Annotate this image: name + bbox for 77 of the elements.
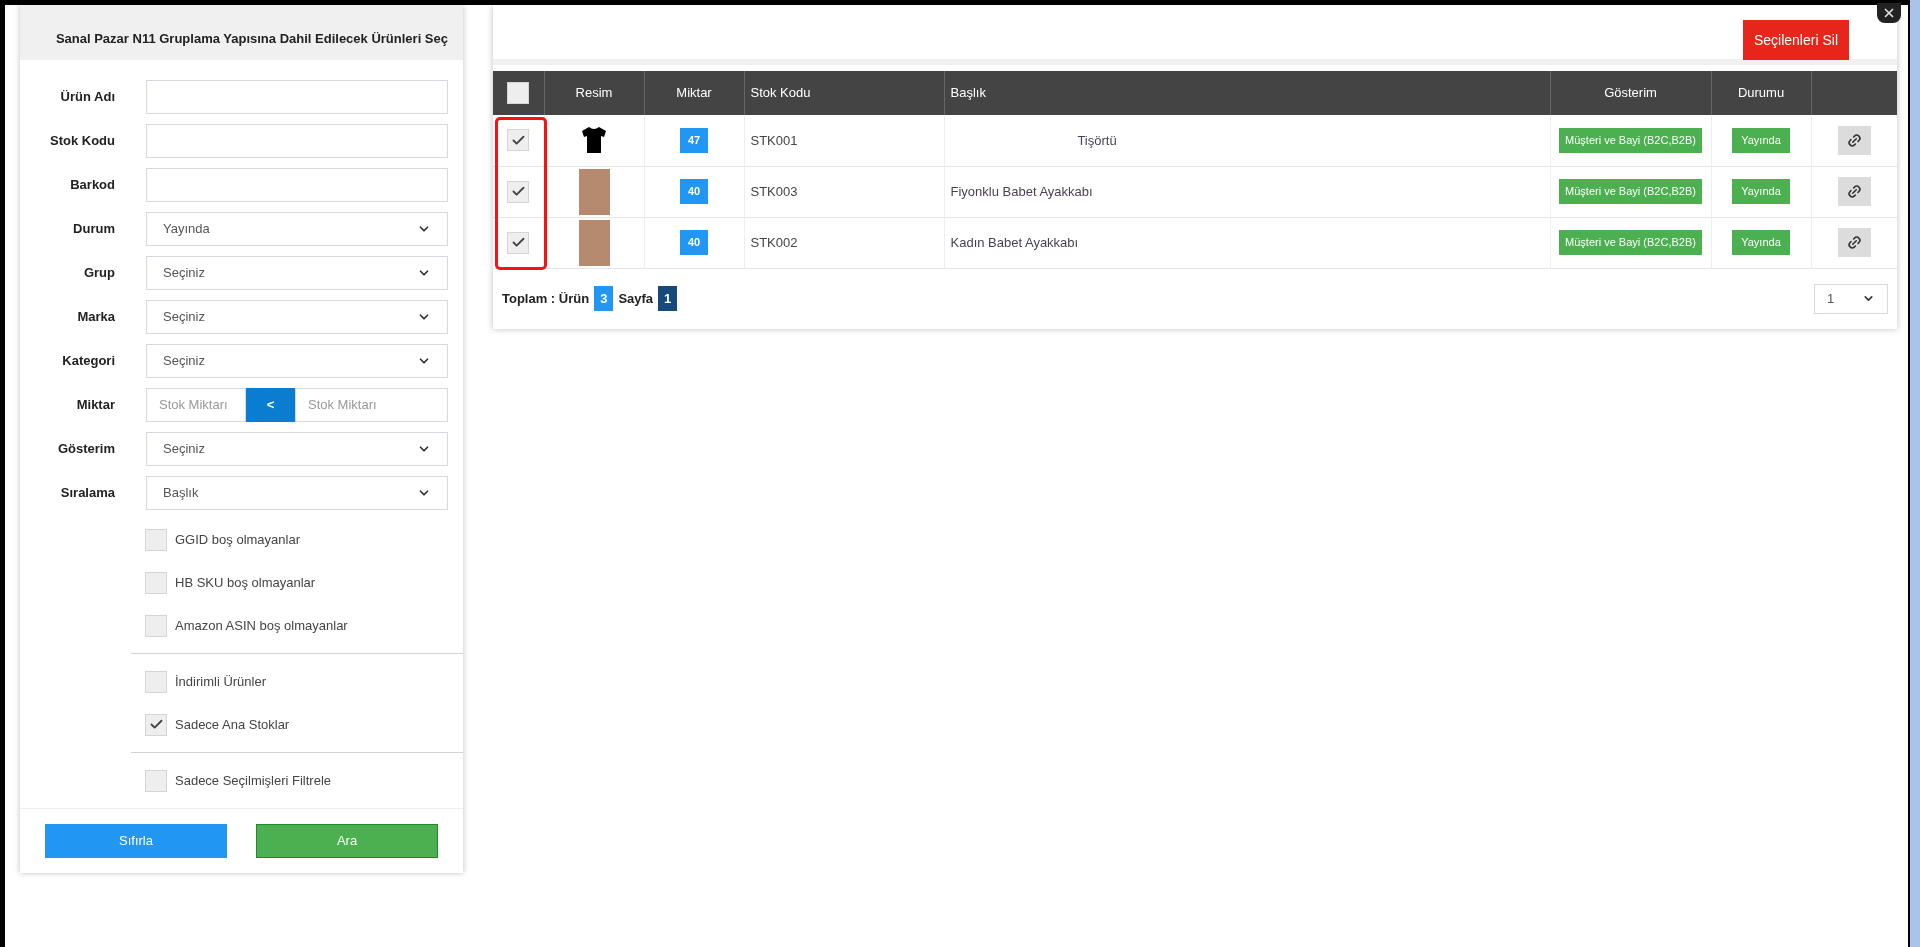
table-cell: Fiyonklu Babet Ayakkabı [950, 183, 1093, 199]
operator-button[interactable]: < [246, 388, 295, 422]
checkbox[interactable] [145, 528, 167, 551]
tshirt-icon [581, 126, 607, 155]
input-field[interactable]: Stok Miktarı [146, 388, 246, 422]
quantity-badge: 40 [679, 230, 709, 255]
table-cell: Kadın Babet Ayakkabı [950, 234, 1079, 250]
checkbox[interactable] [145, 571, 167, 594]
count-badge: 3 [594, 285, 614, 312]
input-field[interactable] [146, 80, 448, 114]
table-cell: STK003 [744, 166, 944, 217]
photo-placeholder [578, 219, 610, 266]
link-button[interactable] [1837, 125, 1871, 155]
dropdown[interactable]: Seçiniz [146, 344, 448, 378]
dropdown[interactable]: Yayında [146, 212, 448, 246]
total-label: Toplam : Ürün [502, 289, 590, 308]
field-label: Marka [76, 308, 115, 327]
option-label: Sadece Ana Stoklar [175, 715, 290, 734]
column-header: Miktar [644, 71, 744, 115]
check-icon [510, 235, 526, 250]
checkbox[interactable] [145, 769, 167, 792]
page-dropdown[interactable]: 1 [1814, 283, 1888, 314]
checkbox[interactable] [145, 670, 167, 693]
status-badge: Yayında [1732, 230, 1790, 255]
field-label: Gösterim [56, 440, 115, 459]
table-cell: STK002 [744, 217, 944, 268]
field-label: Sıralama [59, 484, 115, 503]
option-label: HB SKU boş olmayanlar [175, 573, 316, 592]
checkbox[interactable] [145, 614, 167, 637]
table-cell: Tişörtü [1077, 132, 1117, 148]
close-icon [1882, 6, 1896, 20]
page-label: Sayfa [618, 289, 654, 308]
checkbox[interactable] [507, 82, 530, 104]
field-label: Stok Kodu [49, 132, 115, 151]
checkbox[interactable] [507, 129, 530, 152]
link-button[interactable] [1837, 228, 1871, 257]
status-badge: Yayında [1732, 179, 1790, 204]
field-label: Kategori [61, 352, 115, 371]
input-field[interactable] [146, 168, 448, 202]
input-field[interactable] [146, 124, 448, 158]
check-icon [510, 184, 526, 199]
visibility-badge: Müşteri ve Bayi (B2C,B2B) [1559, 230, 1702, 255]
visibility-badge: Müşteri ve Bayi (B2C,B2B) [1559, 179, 1702, 204]
link-button[interactable] [1837, 177, 1871, 206]
option-label: İndirimli Ürünler [175, 672, 267, 691]
option-label: GGID boş olmayanlar [175, 530, 300, 549]
photo-placeholder [578, 168, 610, 215]
quantity-badge: 40 [679, 179, 709, 204]
column-header: Resim [544, 71, 644, 115]
table-cell: STK001 [744, 115, 944, 166]
checkbox[interactable] [507, 180, 530, 203]
dropdown[interactable]: Seçiniz [146, 432, 448, 466]
checkbox[interactable] [145, 713, 167, 736]
quantity-badge: 47 [679, 128, 709, 153]
option-label: Amazon ASIN boş olmayanlar [175, 616, 348, 635]
page-count-badge: 1 [658, 285, 678, 312]
column-header: Başlık [944, 71, 1550, 115]
column-header: Durumu [1711, 71, 1811, 115]
field-label: Barkod [69, 176, 115, 195]
check-icon [148, 717, 164, 732]
dropdown[interactable]: Seçiniz [146, 256, 448, 290]
input-field[interactable]: Stok Miktarı [295, 388, 448, 422]
delete-selected-button[interactable]: Seçilenleri Sil [1742, 20, 1849, 60]
field-label: Grup [82, 264, 115, 283]
column-header: Stok Kodu [744, 71, 944, 115]
dialog-title: Sanal Pazar N11 Gruplama Yapısına Dahil Edilecek Ürünleri Seç [55, 29, 448, 48]
option-label: Sadece Seçilmişleri Filtrele [175, 771, 332, 790]
field-label: Ürün Adı [59, 88, 115, 107]
column-header: Gösterim [1550, 71, 1711, 115]
dropdown[interactable]: Başlık [146, 476, 448, 510]
visibility-badge: Müşteri ve Bayi (B2C,B2B) [1559, 128, 1702, 153]
field-label: Miktar [75, 396, 115, 415]
status-badge: Yayında [1732, 128, 1790, 153]
close-button[interactable] [1877, 3, 1901, 23]
checkbox[interactable] [507, 231, 530, 254]
dropdown[interactable]: Seçiniz [146, 300, 448, 334]
field-label: Durum [72, 220, 115, 239]
